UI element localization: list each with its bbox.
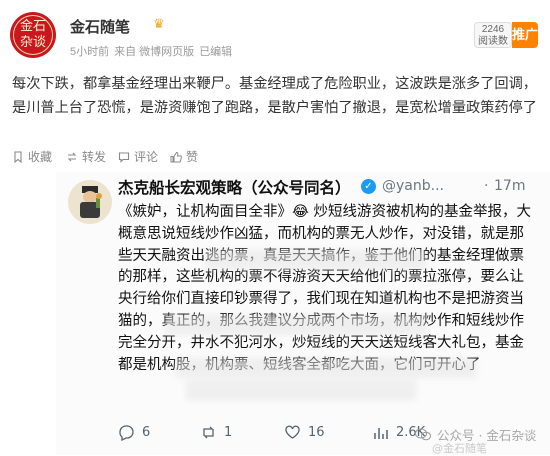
retweet-button[interactable]: 1: [200, 424, 232, 441]
comment-label: 评论: [134, 150, 159, 164]
view-count: 2246: [481, 24, 505, 35]
blur-overlay: [166, 315, 426, 335]
tweet-author-avatar[interactable]: [68, 180, 112, 224]
post-header: 金石杂谈 金石随笔 ♛ 5小时前 来自 微博网页版 已编辑 2246 阅读数 推广: [0, 0, 550, 66]
blur-overlay: [206, 250, 426, 270]
crown-icon: ♛: [153, 17, 165, 32]
bookmark-label: 收藏: [28, 150, 53, 164]
tweet-text: 《嫉妒，让机构面目全非》😂 炒短线游资被机构的基金举报，大概意思说短线炒作凶猛，…: [118, 204, 532, 373]
tweet-time: 17m: [494, 178, 526, 194]
repost-label: 转发: [82, 150, 107, 164]
bookmark-icon: [14, 150, 22, 163]
like-count: 16: [308, 425, 325, 440]
post-source: 来自 微博网页版: [114, 46, 195, 58]
author-name[interactable]: 金石随笔: [70, 16, 130, 37]
views-icon: [374, 428, 388, 439]
like-button[interactable]: 赞: [170, 148, 198, 165]
embedded-tweet-screenshot: 杰克船长宏观策略（公众号同名） ✓ @yanb... · 17m 《嫉妒，让机构…: [56, 172, 550, 455]
post-time: 5小时前: [70, 46, 110, 58]
retweet-icon: [203, 426, 214, 439]
avatar-text: 金石杂谈: [13, 15, 53, 55]
like-tweet-button[interactable]: 16: [284, 424, 325, 441]
bookmark-button[interactable]: 收藏: [12, 148, 52, 165]
like-label: 赞: [186, 150, 199, 164]
recommend-button[interactable]: 推广: [512, 22, 538, 48]
reply-icon: [119, 425, 134, 441]
tweet-handle[interactable]: @yanb...: [382, 178, 444, 194]
blur-overlay: [176, 358, 476, 378]
blur-overlay: [186, 380, 416, 400]
avatar[interactable]: 金石杂谈: [10, 12, 56, 58]
view-label: 阅读数: [478, 36, 508, 47]
comment-button[interactable]: 评论: [118, 148, 158, 165]
cartoon-avatar-icon: [68, 180, 112, 224]
verified-icon: ✓: [361, 179, 376, 194]
repost-icon: [67, 152, 77, 161]
wechat-icon: [415, 428, 431, 441]
watermark-handle: @金石随笔: [432, 442, 487, 455]
retweet-count: 1: [224, 425, 233, 440]
action-bar: 收藏 转发 评论 赞: [12, 148, 532, 166]
post-text: 每次下跌，都拿基金经理出来鞭尸。基金经理成了危险职业，这波跌是涨多了回调，是川普…: [12, 76, 537, 116]
like-icon: [170, 151, 182, 162]
post-edited: 已编辑: [199, 46, 233, 58]
tweet-author-name[interactable]: 杰克船长宏观策略（公众号同名）: [118, 176, 351, 198]
reply-button[interactable]: 6: [118, 424, 150, 441]
repost-button[interactable]: 转发: [66, 148, 106, 165]
separator-dot: ·: [484, 178, 489, 194]
reply-count: 6: [142, 425, 151, 440]
view-count-box: 2246 阅读数: [474, 22, 512, 48]
post-meta: 5小时前 来自 微博网页版 已编辑: [70, 43, 237, 59]
heart-icon: [285, 425, 300, 439]
comment-icon: [118, 151, 130, 163]
